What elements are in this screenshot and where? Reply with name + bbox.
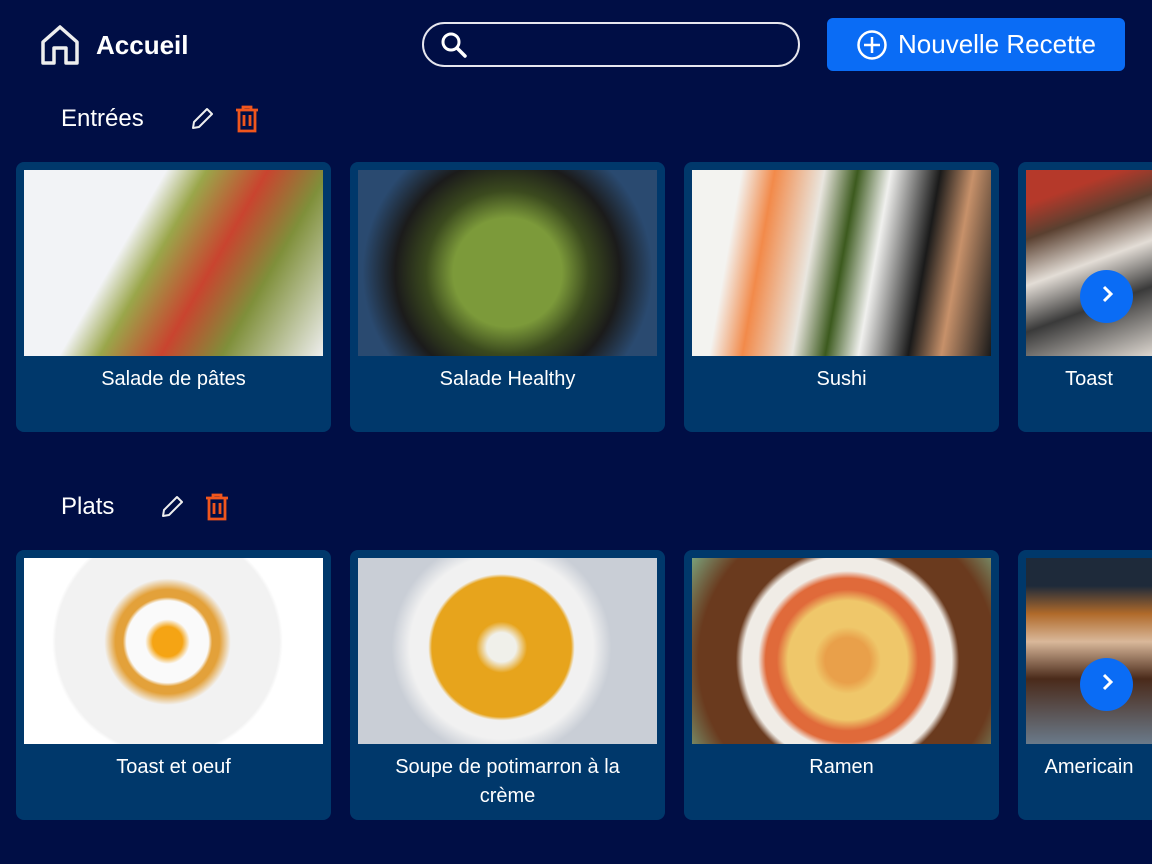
recipe-name: Soupe de potimarron à la crème [395, 756, 620, 807]
recipe-card[interactable]: Soupe de potimarron à la crème [350, 550, 665, 820]
search-input[interactable] [476, 34, 776, 55]
recipe-image [24, 558, 323, 744]
recipe-image [692, 170, 991, 356]
recipe-image [1026, 170, 1152, 356]
plus-circle-icon [857, 29, 887, 60]
recipe-image [692, 558, 991, 744]
recipe-card[interactable]: Salade Healthy [350, 162, 665, 432]
delete-icon[interactable] [234, 104, 260, 134]
chevron-right-icon [1097, 672, 1117, 697]
recipe-card[interactable]: Sushi [684, 162, 999, 432]
recipe-name: Toast et oeuf [116, 756, 231, 778]
recipe-image [358, 170, 657, 356]
recipe-row: Salade de pâtes Salade Healthy Sushi Toa… [16, 162, 1152, 432]
section-header: Entrées [61, 104, 278, 134]
recipe-name: Salade Healthy [439, 368, 576, 390]
edit-icon[interactable] [188, 105, 216, 133]
search-icon [441, 32, 467, 58]
recipe-name: Sushi [816, 368, 867, 390]
recipe-card[interactable]: Salade de pâtes [16, 162, 331, 432]
search-bar[interactable] [422, 22, 800, 67]
recipe-name: Toast [1065, 368, 1113, 390]
recipe-name: Ramen [809, 756, 874, 778]
recipe-image [1026, 558, 1152, 744]
section-title: Entrées [61, 105, 144, 132]
chevron-right-icon [1097, 284, 1117, 309]
recipe-row: Toast et oeuf Soupe de potimarron à la c… [16, 550, 1152, 820]
home-label: Accueil [96, 29, 189, 60]
delete-icon[interactable] [204, 492, 230, 522]
recipe-image [24, 170, 323, 356]
new-recipe-button[interactable]: Nouvelle Recette [827, 18, 1125, 71]
new-recipe-label: Nouvelle Recette [898, 29, 1096, 59]
recipe-name: Salade de pâtes [101, 368, 246, 390]
section-header: Plats [61, 492, 248, 522]
recipe-card[interactable]: Ramen [684, 550, 999, 820]
edit-icon[interactable] [158, 493, 186, 521]
home-button[interactable]: Accueil [40, 24, 189, 66]
home-icon [41, 25, 79, 65]
next-button[interactable] [1080, 270, 1133, 323]
recipe-card[interactable]: Toast et oeuf [16, 550, 331, 820]
recipe-name: Americain [1044, 756, 1134, 778]
next-button[interactable] [1080, 658, 1133, 711]
section-title: Plats [61, 493, 115, 520]
recipe-image [358, 558, 657, 744]
